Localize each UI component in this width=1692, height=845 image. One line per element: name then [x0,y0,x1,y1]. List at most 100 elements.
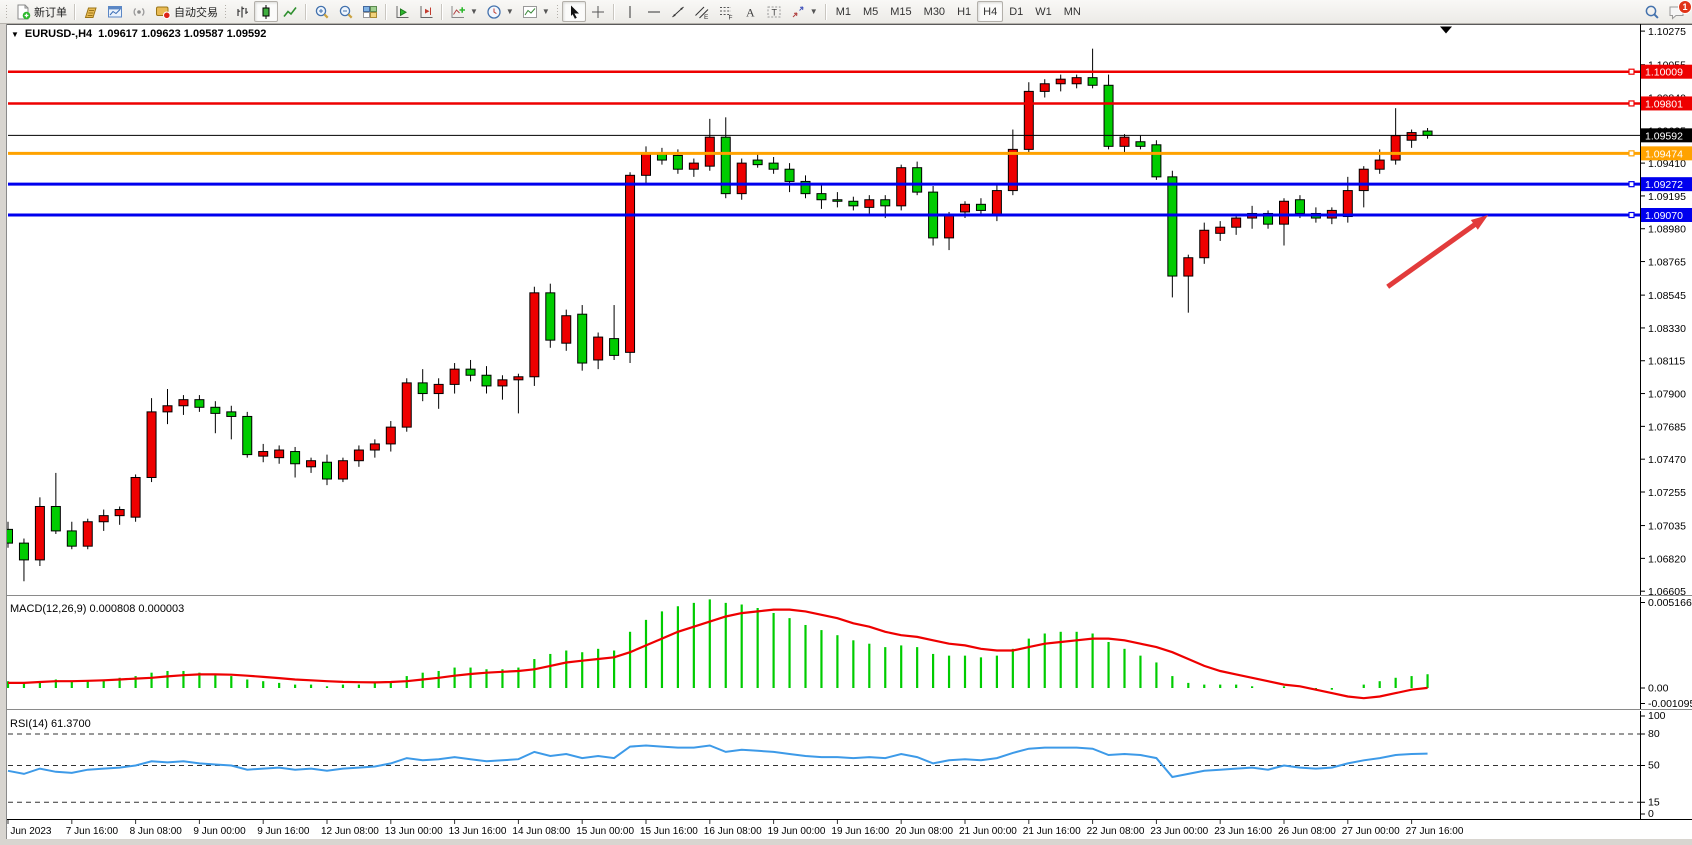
window-left-edge [0,24,6,845]
vertical-line-icon [622,4,638,20]
svg-text:20 Jun 08:00: 20 Jun 08:00 [895,826,953,837]
toolbar-grip [5,4,9,19]
tile-windows-button[interactable] [358,1,382,22]
template-button[interactable]: ▼ [518,1,554,22]
svg-text:1.07035: 1.07035 [1648,521,1686,533]
svg-text:15: 15 [1648,796,1660,808]
separator [825,4,827,20]
arrows-icon [790,4,806,20]
window-bottom-edge [0,839,1692,845]
horizontal-line-button[interactable] [642,1,666,22]
svg-text:1.08765: 1.08765 [1648,257,1686,269]
equidistant-channel-icon: E [694,4,710,20]
auto-trading-icon [155,4,171,20]
new-order-icon [15,4,31,20]
svg-text:21 Jun 16:00: 21 Jun 16:00 [1023,826,1081,837]
macd-label: MACD(12,26,9) 0.000808 0.000003 [10,603,184,615]
terminal-window: { "toolbar": { "new_order_label": "新订单",… [0,0,1692,845]
crosshair-icon [590,4,606,20]
auto-scroll-icon [394,4,410,20]
profiles-button[interactable] [79,1,103,22]
new-order-button[interactable]: 新订单 [11,1,71,22]
chevron-down-icon: ▼ [470,7,478,16]
equidistant-channel-button[interactable]: E [690,1,714,22]
trendline-icon [670,4,686,20]
timeframe-MN[interactable]: MN [1058,1,1087,22]
text-button[interactable]: A [738,1,762,22]
separator [305,4,307,20]
line-chart-button[interactable] [278,1,302,22]
chart-shift-button[interactable] [414,1,438,22]
chat-button[interactable]: 1 [1664,1,1689,22]
svg-text:F: F [728,14,732,20]
bar-chart-icon [234,4,250,20]
indicators-button[interactable]: ▼ [446,1,482,22]
chart-title: ▼ EURUSD-,H4 1.09617 1.09623 1.09587 1.0… [11,28,266,40]
tile-windows-icon [362,4,378,20]
timeframe-H1[interactable]: H1 [951,1,977,22]
svg-text:16 Jun 08:00: 16 Jun 08:00 [704,826,762,837]
search-icon [1644,4,1660,20]
timeframe-W1[interactable]: W1 [1029,1,1058,22]
search-button[interactable] [1640,1,1664,22]
auto-scroll-button[interactable] [390,1,414,22]
zoom-out-button[interactable] [334,1,358,22]
svg-text:A: A [746,5,755,19]
svg-text:1.08980: 1.08980 [1648,224,1686,236]
svg-text:7 Jun 16:00: 7 Jun 16:00 [66,826,119,837]
svg-text:0.005166: 0.005166 [1648,597,1692,609]
vertical-line-button[interactable] [618,1,642,22]
svg-text:0: 0 [1648,808,1654,820]
chart-canvas[interactable]: 1.102751.100551.098401.096251.094101.091… [0,24,1692,845]
text-label-button[interactable]: T [762,1,786,22]
svg-text:E: E [704,14,709,20]
charts-window-icon [107,4,123,20]
trendline-button[interactable] [666,1,690,22]
svg-text:13 Jun 00:00: 13 Jun 00:00 [385,826,443,837]
arrows-button[interactable]: ▼ [786,1,822,22]
svg-text:19 Jun 00:00: 19 Jun 00:00 [768,826,826,837]
svg-text:22 Jun 08:00: 22 Jun 08:00 [1087,826,1145,837]
bar-chart-button[interactable] [230,1,254,22]
svg-text:7 Jun 2023: 7 Jun 2023 [2,826,52,837]
chat-badge: 1 [1678,0,1692,14]
svg-text:1.09195: 1.09195 [1648,191,1686,203]
rsi-label: RSI(14) 61.3700 [10,718,91,730]
chart-area[interactable]: 1.102751.100551.098401.096251.094101.091… [0,24,1692,845]
svg-text:80: 80 [1648,728,1660,740]
svg-text:27 Jun 16:00: 27 Jun 16:00 [1406,826,1464,837]
svg-text:1.08115: 1.08115 [1648,356,1685,368]
broadcast-button[interactable] [127,1,151,22]
toolbar-grip [556,4,560,19]
timeframe-menu-button[interactable]: ▼ [482,1,518,22]
svg-text:1.07255: 1.07255 [1648,487,1686,499]
chart-shift-icon [418,4,434,20]
clock-icon [486,4,502,20]
svg-text:1.08330: 1.08330 [1648,323,1686,335]
timeframe-M30[interactable]: M30 [918,1,951,22]
svg-text:15 Jun 00:00: 15 Jun 00:00 [576,826,634,837]
svg-text:1.07470: 1.07470 [1648,454,1686,466]
cursor-button[interactable] [562,1,586,22]
timeframe-M1[interactable]: M1 [830,1,857,22]
separator [441,4,443,20]
svg-text:T: T [771,7,777,17]
crosshair-button[interactable] [586,1,610,22]
zoom-in-button[interactable] [310,1,334,22]
timeframe-H4[interactable]: H4 [977,1,1003,22]
svg-text:26 Jun 08:00: 26 Jun 08:00 [1278,826,1336,837]
fibonacci-button[interactable]: F [714,1,738,22]
text-label-icon: T [766,4,782,20]
svg-text:19 Jun 16:00: 19 Jun 16:00 [831,826,889,837]
auto-trading-button[interactable]: 自动交易 [151,1,222,22]
timeframe-M5[interactable]: M5 [857,1,884,22]
chevron-down-icon: ▼ [506,7,514,16]
svg-text:27 Jun 00:00: 27 Jun 00:00 [1342,826,1400,837]
charts-window-button[interactable] [103,1,127,22]
timeframe-D1[interactable]: D1 [1003,1,1029,22]
svg-text:0.00: 0.00 [1648,683,1669,695]
candle-chart-button[interactable] [254,1,278,22]
collapse-triangle-icon: ▼ [11,30,19,39]
timeframe-M15[interactable]: M15 [884,1,917,22]
line-chart-icon [282,4,298,20]
